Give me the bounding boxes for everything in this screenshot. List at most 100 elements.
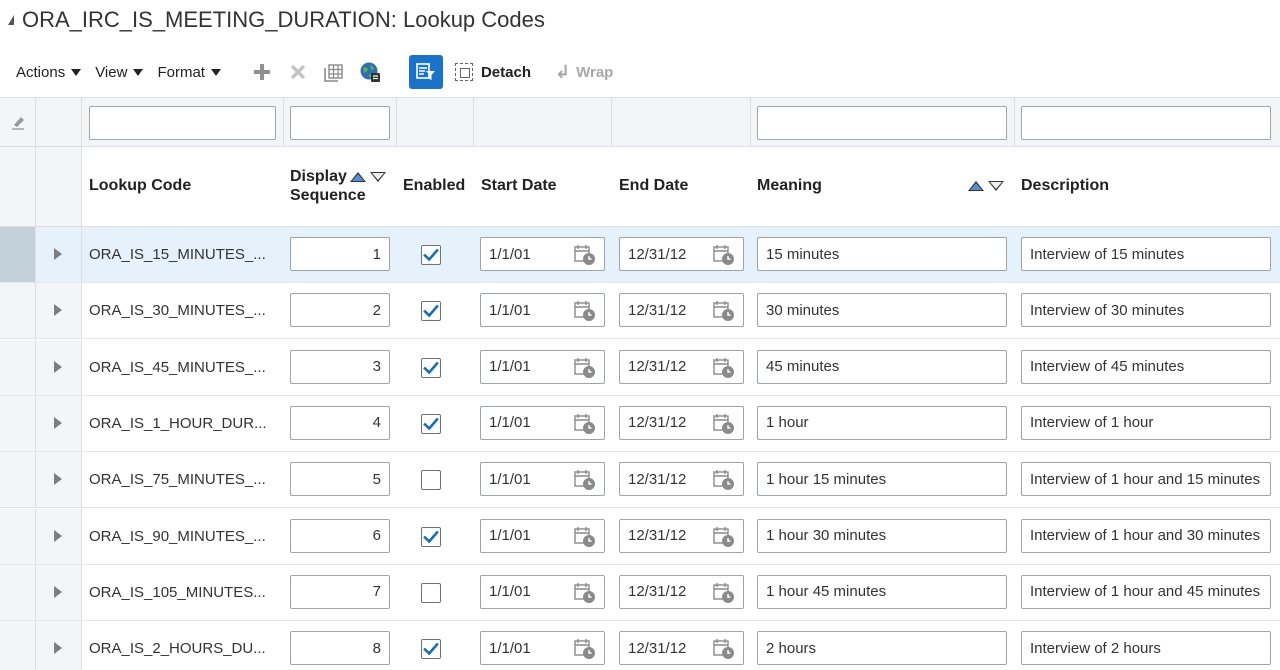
meaning-filter-input[interactable] xyxy=(757,106,1007,140)
display-sequence-field[interactable]: 6 xyxy=(290,518,390,553)
row-expand-icon[interactable] xyxy=(54,473,62,486)
sort-ascending-icon[interactable] xyxy=(968,181,984,191)
add-row-icon[interactable] xyxy=(249,59,275,85)
display-sequence-field[interactable]: 4 xyxy=(290,405,390,440)
end-date-header[interactable]: End Date xyxy=(619,177,688,195)
table-row[interactable]: ORA_IS_15_MINUTES_... 1 1/1/01 12/31/12 … xyxy=(0,227,1280,283)
end-date-field[interactable]: 12/31/12 xyxy=(619,349,744,384)
calendar-icon[interactable] xyxy=(713,300,735,322)
row-expand-icon[interactable] xyxy=(54,248,62,260)
calendar-icon[interactable] xyxy=(713,638,735,660)
description-field[interactable]: Interview of 2 hours xyxy=(1021,631,1271,666)
enabled-checkbox[interactable] xyxy=(421,301,441,322)
start-date-field[interactable]: 1/1/01 xyxy=(480,349,605,384)
end-date-field[interactable]: 12/31/12 xyxy=(619,631,744,666)
table-row[interactable]: ORA_IS_75_MINUTES_... 5 1/1/01 12/31/12 … xyxy=(0,452,1280,509)
start-date-field[interactable]: 1/1/01 xyxy=(480,237,605,271)
calendar-icon[interactable] xyxy=(574,582,596,604)
description-field[interactable]: Interview of 1 hour and 30 minutes xyxy=(1021,518,1271,553)
meaning-field[interactable]: 15 minutes xyxy=(757,237,1007,271)
end-date-field[interactable]: 12/31/12 xyxy=(619,237,744,271)
display-sequence-field[interactable]: 5 xyxy=(290,462,390,497)
meaning-field[interactable]: 30 minutes xyxy=(757,293,1007,328)
calendar-icon[interactable] xyxy=(713,526,735,548)
start-date-field[interactable]: 1/1/01 xyxy=(480,293,605,328)
wrap-button[interactable]: ↲ Wrap xyxy=(555,62,613,83)
end-date-field[interactable]: 12/31/12 xyxy=(619,293,744,328)
display-sequence-field[interactable]: 1 xyxy=(290,237,390,271)
view-menu[interactable]: View xyxy=(95,64,144,81)
start-date-field[interactable]: 1/1/01 xyxy=(480,574,605,609)
calendar-icon[interactable] xyxy=(713,469,735,491)
start-date-field[interactable]: 1/1/01 xyxy=(480,518,605,553)
query-by-example-button[interactable] xyxy=(408,55,443,89)
row-expand-icon[interactable] xyxy=(54,360,62,373)
display-sequence-header-line1[interactable]: Display xyxy=(290,168,347,186)
table-row[interactable]: ORA_IS_90_MINUTES_... 6 1/1/01 12/31/12 … xyxy=(0,508,1280,565)
calendar-icon[interactable] xyxy=(574,357,596,379)
enabled-checkbox[interactable] xyxy=(421,357,441,378)
calendar-icon[interactable] xyxy=(574,526,596,548)
calendar-icon[interactable] xyxy=(713,413,735,435)
description-field[interactable]: Interview of 1 hour xyxy=(1021,405,1271,440)
sort-descending-icon[interactable] xyxy=(988,181,1004,191)
calendar-icon[interactable] xyxy=(574,469,596,491)
lookup-code-filter-input[interactable] xyxy=(89,106,276,140)
start-date-field[interactable]: 1/1/01 xyxy=(480,462,605,497)
display-sequence-filter-input[interactable] xyxy=(290,106,390,140)
collapse-triangle-icon[interactable] xyxy=(8,15,14,25)
start-date-field[interactable]: 1/1/01 xyxy=(480,405,605,440)
table-row[interactable]: ORA_IS_105_MINUTES... 7 1/1/01 12/31/12 … xyxy=(0,564,1280,621)
meaning-field[interactable]: 45 minutes xyxy=(757,349,1007,384)
description-header[interactable]: Description xyxy=(1021,177,1109,195)
calendar-icon[interactable] xyxy=(574,244,596,266)
calendar-icon[interactable] xyxy=(713,357,735,379)
description-field[interactable]: Interview of 1 hour and 15 minutes xyxy=(1021,462,1271,497)
row-expand-icon[interactable] xyxy=(54,642,62,655)
delete-row-icon[interactable] xyxy=(285,59,311,85)
meaning-field[interactable]: 1 hour 15 minutes xyxy=(757,462,1007,497)
actions-menu[interactable]: Actions xyxy=(16,64,82,81)
enabled-checkbox[interactable] xyxy=(421,413,441,434)
meaning-field[interactable]: 1 hour 45 minutes xyxy=(757,574,1007,609)
enabled-checkbox[interactable] xyxy=(421,639,441,660)
display-sequence-field[interactable]: 8 xyxy=(290,631,390,666)
description-field[interactable]: Interview of 1 hour and 45 minutes xyxy=(1021,574,1271,609)
meaning-field[interactable]: 2 hours xyxy=(757,631,1007,666)
calendar-icon[interactable] xyxy=(713,244,735,266)
description-field[interactable]: Interview of 30 minutes xyxy=(1021,293,1271,328)
table-row[interactable]: ORA_IS_45_MINUTES_... 3 1/1/01 12/31/12 … xyxy=(0,339,1280,396)
end-date-field[interactable]: 12/31/12 xyxy=(619,574,744,609)
start-date-header[interactable]: Start Date xyxy=(481,177,557,195)
row-expand-icon[interactable] xyxy=(54,304,62,317)
detach-button[interactable]: Detach xyxy=(454,63,531,81)
enabled-checkbox[interactable] xyxy=(421,582,441,603)
freeze-columns-icon[interactable] xyxy=(321,59,347,85)
table-row[interactable]: ORA_IS_1_HOUR_DUR... 4 1/1/01 12/31/12 1… xyxy=(0,395,1280,452)
row-expand-icon[interactable] xyxy=(54,529,62,542)
display-sequence-field[interactable]: 2 xyxy=(290,293,390,328)
format-menu[interactable]: Format xyxy=(157,64,221,81)
row-expand-icon[interactable] xyxy=(54,416,62,429)
enabled-checkbox[interactable] xyxy=(421,470,441,491)
description-filter-input[interactable] xyxy=(1021,106,1271,140)
lookup-code-header[interactable]: Lookup Code xyxy=(89,177,191,195)
display-sequence-header-line2[interactable]: Sequence xyxy=(290,187,366,205)
calendar-icon[interactable] xyxy=(574,638,596,660)
description-field[interactable]: Interview of 15 minutes xyxy=(1021,237,1271,271)
sort-descending-icon[interactable] xyxy=(370,172,386,182)
end-date-field[interactable]: 12/31/12 xyxy=(619,462,744,497)
meaning-field[interactable]: 1 hour xyxy=(757,405,1007,440)
display-sequence-field[interactable]: 3 xyxy=(290,349,390,384)
description-field[interactable]: Interview of 45 minutes xyxy=(1021,349,1271,384)
meaning-header[interactable]: Meaning xyxy=(757,177,822,195)
display-sequence-field[interactable]: 7 xyxy=(290,574,390,609)
translate-globe-icon[interactable] xyxy=(357,59,383,85)
table-row[interactable]: ORA_IS_2_HOURS_DU... 8 1/1/01 12/31/12 2… xyxy=(0,621,1280,670)
clear-filter-icon[interactable] xyxy=(10,114,26,133)
calendar-icon[interactable] xyxy=(713,582,735,604)
table-row[interactable]: ORA_IS_30_MINUTES_... 2 1/1/01 12/31/12 … xyxy=(0,283,1280,340)
row-expand-icon[interactable] xyxy=(54,585,62,598)
calendar-icon[interactable] xyxy=(574,300,596,322)
end-date-field[interactable]: 12/31/12 xyxy=(619,518,744,553)
